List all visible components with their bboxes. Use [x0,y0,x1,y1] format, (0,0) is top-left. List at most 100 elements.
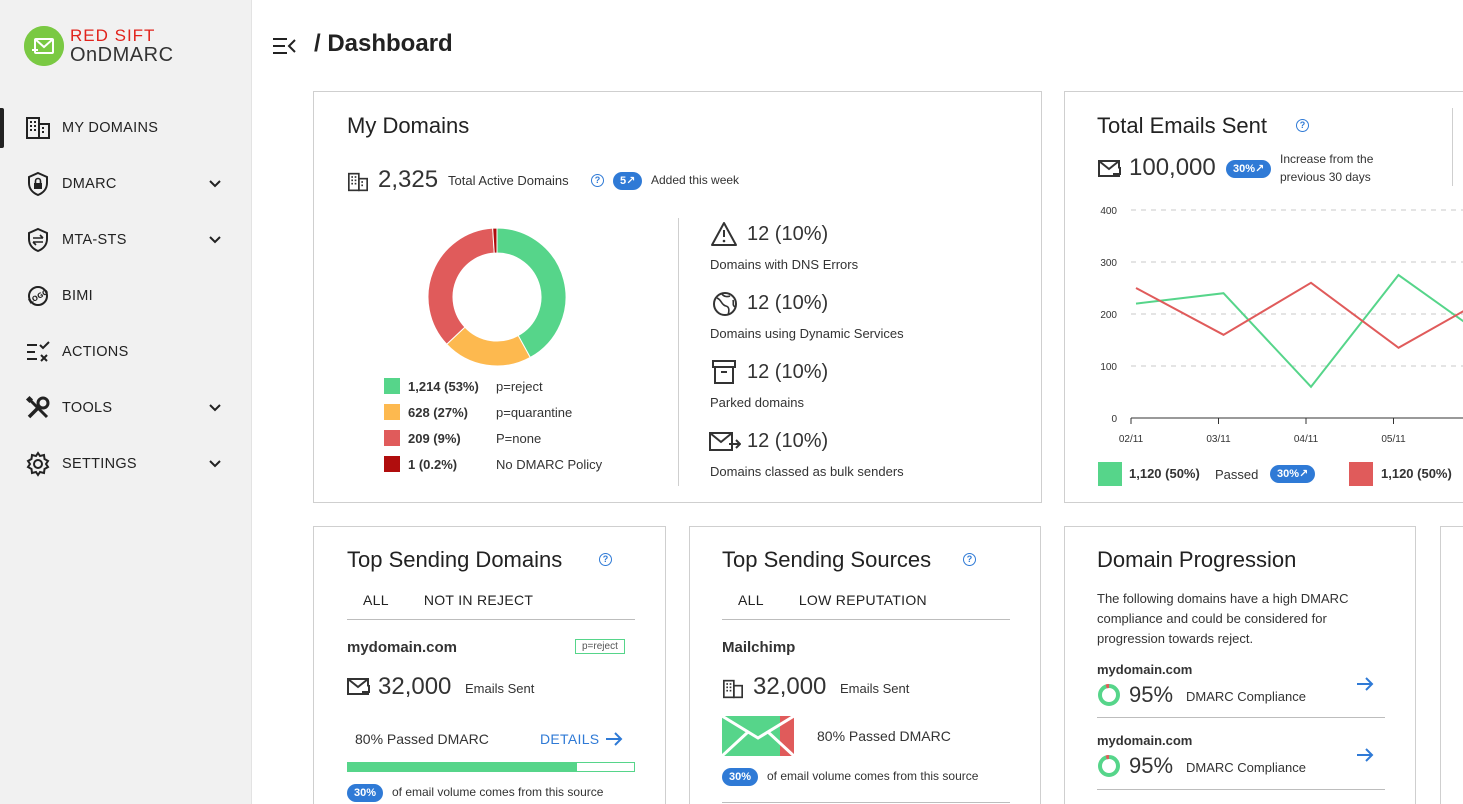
y-tick-label: 0 [1111,414,1117,425]
top-sending-sources-card: Top Sending Sources ? ALL LOW REPUTATION… [689,526,1041,804]
progression-domain[interactable]: mydomain.com [1097,662,1192,677]
divider [722,619,1010,620]
arrow-right-icon[interactable] [604,731,624,752]
x-tick-label: 05/11 [1381,434,1406,445]
mail-pass-fail-icon [720,714,796,761]
building-icon [722,679,744,704]
tab-not-in-reject[interactable]: NOT IN REJECT [424,592,533,608]
pass-progress-fill [348,763,577,771]
emails-sent-label: Emails Sent [465,681,535,696]
dynamic-services-label: Domains using Dynamic Services [710,326,904,341]
globe-icon [712,291,738,322]
increase-note-line1: Increase from the [1280,152,1374,166]
legend-item-none: 209 (9%) P=none [384,430,541,446]
card-title: My Domains [347,113,470,138]
donut-slice-0[interactable] [496,227,567,359]
sidebar-item-label: MTA-STS [62,232,127,248]
chevron-down-icon[interactable] [208,232,222,250]
parked-domains-value: 12 (10%) [747,361,829,383]
legend-swatch [384,404,400,420]
donut-slice-2[interactable] [427,227,495,345]
archive-icon [712,359,736,390]
page-title: / Dashboard [314,30,453,57]
emails-line-chart: 0 100 200 300 400 02/11 03/11 04/11 05/11 [1100,206,1463,445]
tab-all[interactable]: ALL [738,592,764,608]
divider [347,619,635,620]
help-icon[interactable]: ? [1296,119,1309,132]
tab-all[interactable]: ALL [363,592,389,608]
help-icon[interactable]: ? [963,553,976,566]
legend-swatch [384,430,400,446]
sidebar-item-my-domains[interactable]: MY DOMAINS [0,100,252,156]
checklist-icon [24,338,52,366]
parked-domains-label: Parked domains [710,395,804,410]
sidebar-item-actions[interactable]: ACTIONS [0,324,252,380]
sidebar-item-mta-sts[interactable]: MTA-STS [0,212,252,268]
volume-label: of email volume comes from this source [767,769,979,783]
my-domains-card: My Domains 2,325 Total Active Domains ? … [313,91,1042,503]
description-line: compliance and could be considered for [1097,611,1327,626]
volume-badge: 30% [722,768,759,786]
arrow-right-icon[interactable] [1355,676,1375,697]
divider [722,802,1010,803]
sidebar-item-bimi[interactable]: LOGO BIMI [0,268,252,324]
sidebar-item-label: ACTIONS [62,344,129,360]
card-title: Top Sending Sources [722,547,932,572]
chevron-down-icon[interactable] [208,176,222,194]
emails-sent-label: Emails Sent [840,681,910,696]
y-tick-label: 100 [1100,362,1117,373]
source-name[interactable]: Mailchimp [722,639,795,656]
sidebar-item-label: DMARC [62,176,117,192]
vertical-divider [678,218,679,486]
sidebar-item-settings[interactable]: SETTINGS [0,436,252,492]
dns-errors-label: Domains with DNS Errors [710,257,859,272]
legend-value: 1,214 (53%) [408,378,479,394]
tab-low-reputation[interactable]: LOW REPUTATION [799,592,927,608]
legend-value: 628 (27%) [408,404,468,420]
sidebar-item-dmarc[interactable]: DMARC [0,156,252,212]
sidebar-item-tools[interactable]: TOOLS [0,380,252,436]
legend-label: p=reject [496,378,543,394]
pass-progress-bar [347,762,635,772]
description-line: The following domains have a high DMARC [1097,591,1349,606]
details-link[interactable]: DETAILS [540,731,599,747]
brand-logo[interactable]: RED SIFT OnDMARC [24,26,174,66]
legend-item-quarantine: 628 (27%) p=quarantine [384,404,572,420]
legend-value: 209 (9%) [408,430,461,446]
legend-swatch-failed [1349,462,1373,486]
emails-sent-value: 32,000 [378,673,452,700]
mail-arrow-icon [347,677,371,702]
passed-dmarc-text: 80% Passed DMARC [355,731,489,747]
y-tick-label: 400 [1100,206,1117,217]
passed-label: Passed [1215,467,1259,482]
warning-icon [710,221,738,252]
sidebar-item-label: SETTINGS [62,456,137,472]
wrench-screwdriver-icon [24,394,52,422]
domain-name[interactable]: mydomain.com [347,639,457,656]
passed-value: 1,120 (50%) [1129,466,1200,481]
divider [1097,717,1385,718]
failed-value: 1,120 (50%) [1381,466,1452,481]
compliance-ring-icon [1097,754,1121,783]
x-tick-label: 03/11 [1206,434,1231,445]
chevron-down-icon[interactable] [208,400,222,418]
total-emails-card: Total Emails Sent ? 100,000 30%↗ Increas… [1064,91,1463,503]
offscreen-card [1440,526,1463,804]
compliance-label: DMARC Compliance [1186,689,1306,704]
help-icon[interactable]: ? [599,553,612,566]
collapse-menu-icon[interactable] [272,35,296,57]
added-this-week-label: Added this week [651,173,740,187]
sidebar-item-label: BIMI [62,288,94,304]
dns-errors-value: 12 (10%) [747,223,829,245]
progression-domain[interactable]: mydomain.com [1097,733,1192,748]
legend-item-reject: 1,214 (53%) p=reject [384,378,543,394]
arrow-right-icon[interactable] [1355,747,1375,768]
help-icon[interactable]: ? [591,174,604,187]
card-title: Domain Progression [1097,547,1297,572]
policy-donut-chart [427,227,567,367]
total-active-domains-value: 2,325 [378,166,439,193]
compliance-ring-icon [1097,683,1121,712]
passed-dmarc-text: 80% Passed DMARC [817,728,951,744]
increase-note-line2: previous 30 days [1280,170,1371,184]
chevron-down-icon[interactable] [208,456,222,474]
